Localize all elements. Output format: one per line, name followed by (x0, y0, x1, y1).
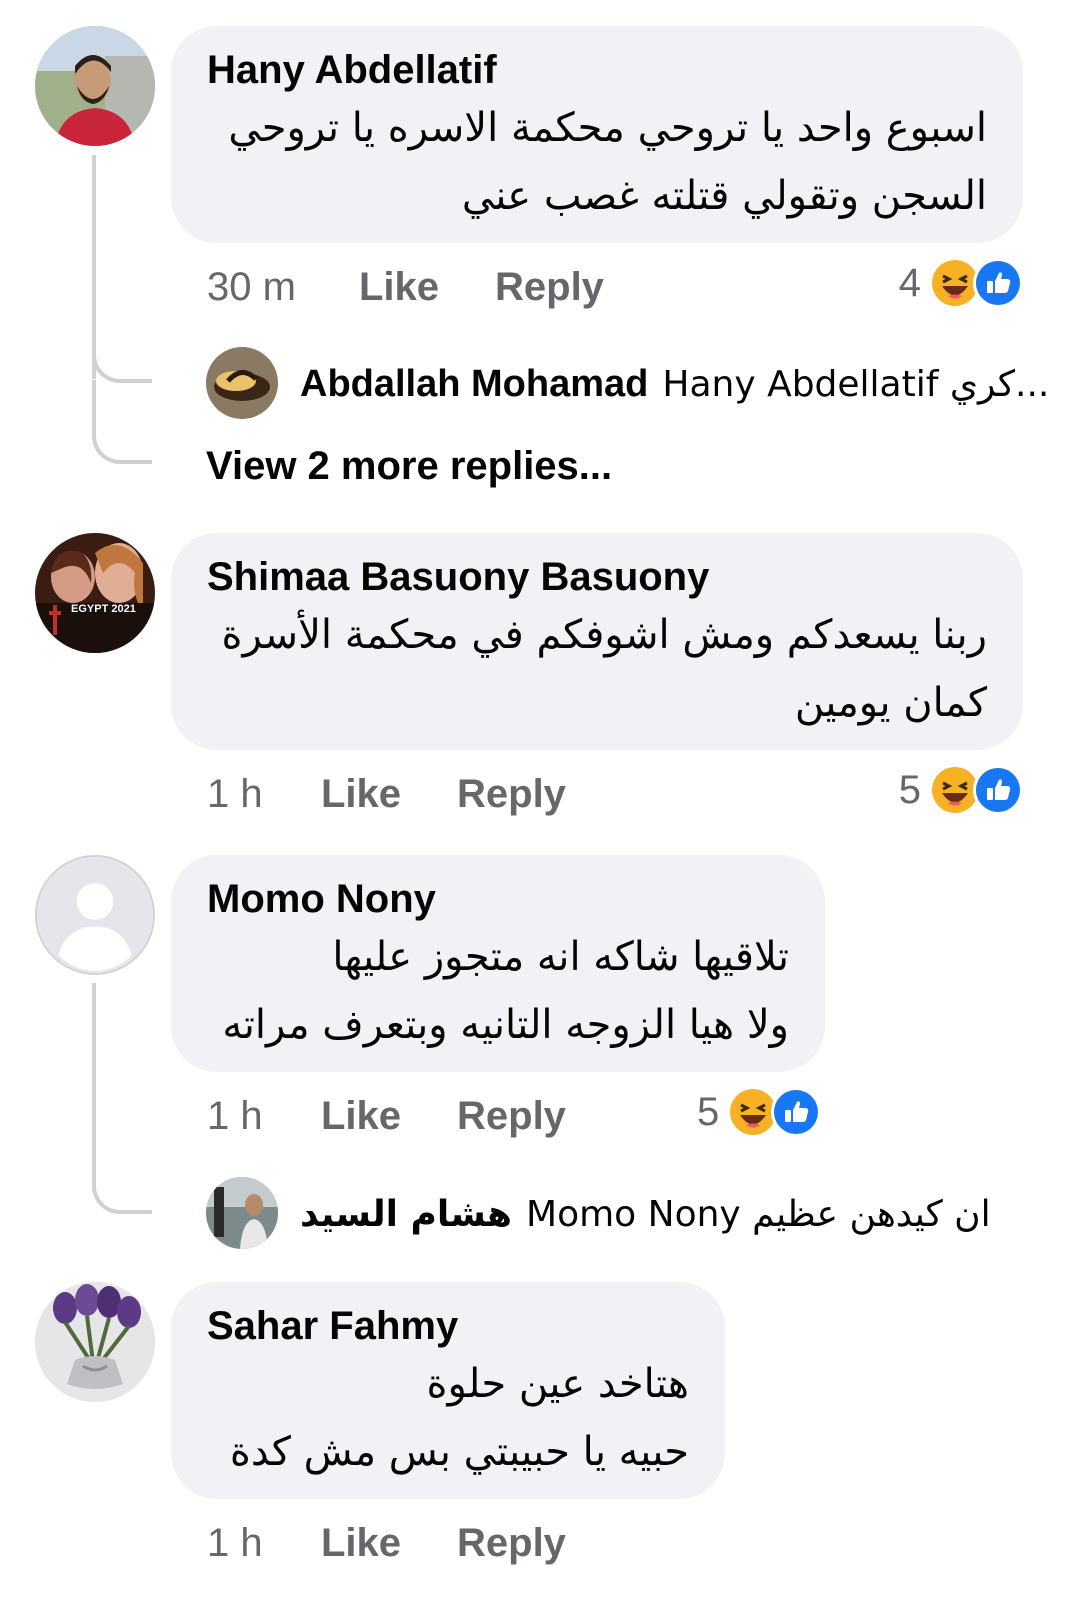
comment-author[interactable]: Hany Abdellatif (207, 46, 987, 94)
thread-connector (92, 330, 152, 383)
default-avatar-icon[interactable] (35, 855, 155, 975)
comment-text: ربنا يسعدكم ومش اشوفكم في محكمة الأسرة ك… (221, 612, 987, 726)
like-button[interactable]: Like (359, 265, 495, 310)
reply-button[interactable]: Reply (457, 772, 566, 817)
haha-reaction-icon (729, 1088, 777, 1136)
reaction-count: 5 (898, 767, 921, 812)
like-reaction-icon (771, 1087, 822, 1137)
comment-bubble[interactable]: Hany Abdellatif اسبوع واحد يا تروحي محكم… (171, 26, 1023, 243)
haha-reaction-icon (931, 259, 979, 307)
thread-connector (92, 380, 152, 464)
comment-author[interactable]: Shimaa Basuony Basuony (207, 553, 987, 601)
reply-button[interactable]: Reply (457, 1094, 566, 1139)
reply-button[interactable]: Reply (457, 1521, 566, 1566)
avatar-abdallah-mohamad[interactable] (206, 347, 278, 419)
reply-button[interactable]: Reply (495, 265, 604, 310)
profile-photo (206, 1177, 278, 1249)
comment-author[interactable]: Momo Nony (207, 875, 789, 923)
comment-bubble[interactable]: Shimaa Basuony Basuony ربنا يسعدكم ومش ا… (171, 533, 1023, 750)
comment-bubble[interactable]: Sahar Fahmy هتاخد عين حلوة حبيه يا حبيبت… (171, 1282, 725, 1499)
view-more-replies-link[interactable]: View 2 more replies... (206, 444, 612, 489)
profile-photo (35, 533, 155, 653)
avatar-hesham-elsayed[interactable] (206, 1177, 278, 1249)
like-button[interactable]: Like (321, 772, 457, 817)
like-reaction-icon (973, 765, 1023, 815)
comment-text: اسبوع واحد يا تروحي محكمة الاسره يا تروح… (228, 105, 987, 219)
reply-author[interactable]: Abdallah Mohamad (300, 363, 648, 406)
comment-actions: 1 h Like Reply (207, 1091, 566, 1141)
comment-actions: 1 h Like Reply (207, 769, 566, 819)
comment-timestamp[interactable]: 1 h (207, 1521, 321, 1566)
reply-item: Abdallah Mohamad Hany Abdellatif كري... (300, 360, 1049, 408)
comment-timestamp[interactable]: 1 h (207, 1094, 321, 1139)
profile-photo (206, 347, 278, 419)
avatar-caption: EGYPT 2021 (71, 603, 136, 615)
reaction-count: 5 (697, 1089, 720, 1134)
reaction-count: 4 (898, 260, 921, 305)
comment-bubble[interactable]: Momo Nony تلاقيها شاكه انه متجوز عليها و… (171, 855, 825, 1072)
reply-text: Momo Nony ان كيدهن عظيم (526, 1193, 991, 1235)
reply-item: هشام السيد Momo Nony ان كيدهن عظيم (300, 1190, 991, 1238)
reaction-summary[interactable]: 5 (899, 765, 1023, 815)
comment-text: هتاخد عين حلوة حبيه يا حبيبتي بس مش كدة (229, 1361, 689, 1475)
thread-connector (92, 1130, 152, 1214)
comment-timestamp[interactable]: 30 m (207, 265, 359, 310)
comment-actions: 30 m Like Reply (207, 262, 604, 312)
comment-timestamp[interactable]: 1 h (207, 772, 321, 817)
reply-text: Hany Abdellatif كري... (662, 363, 1050, 405)
comment-text: تلاقيها شاكه انه متجوز عليها ولا هيا الز… (222, 934, 789, 1048)
profile-photo (35, 1282, 155, 1402)
haha-reaction-icon (931, 766, 979, 814)
reaction-summary[interactable]: 4 (899, 258, 1023, 308)
like-button[interactable]: Like (321, 1521, 457, 1566)
like-button[interactable]: Like (321, 1094, 457, 1139)
comment-author[interactable]: Sahar Fahmy (207, 1302, 689, 1350)
reply-author[interactable]: هشام السيد (300, 1194, 512, 1235)
avatar-sahar-fahmy[interactable] (35, 1282, 155, 1402)
reaction-summary[interactable]: 5 (697, 1087, 822, 1137)
avatar-shimaa-basuony[interactable]: EGYPT 2021 (35, 533, 155, 653)
profile-photo (35, 26, 155, 146)
comment-actions: 1 h Like Reply (207, 1518, 566, 1568)
like-reaction-icon (973, 258, 1023, 308)
avatar-hany-abdellatif[interactable] (35, 26, 155, 146)
